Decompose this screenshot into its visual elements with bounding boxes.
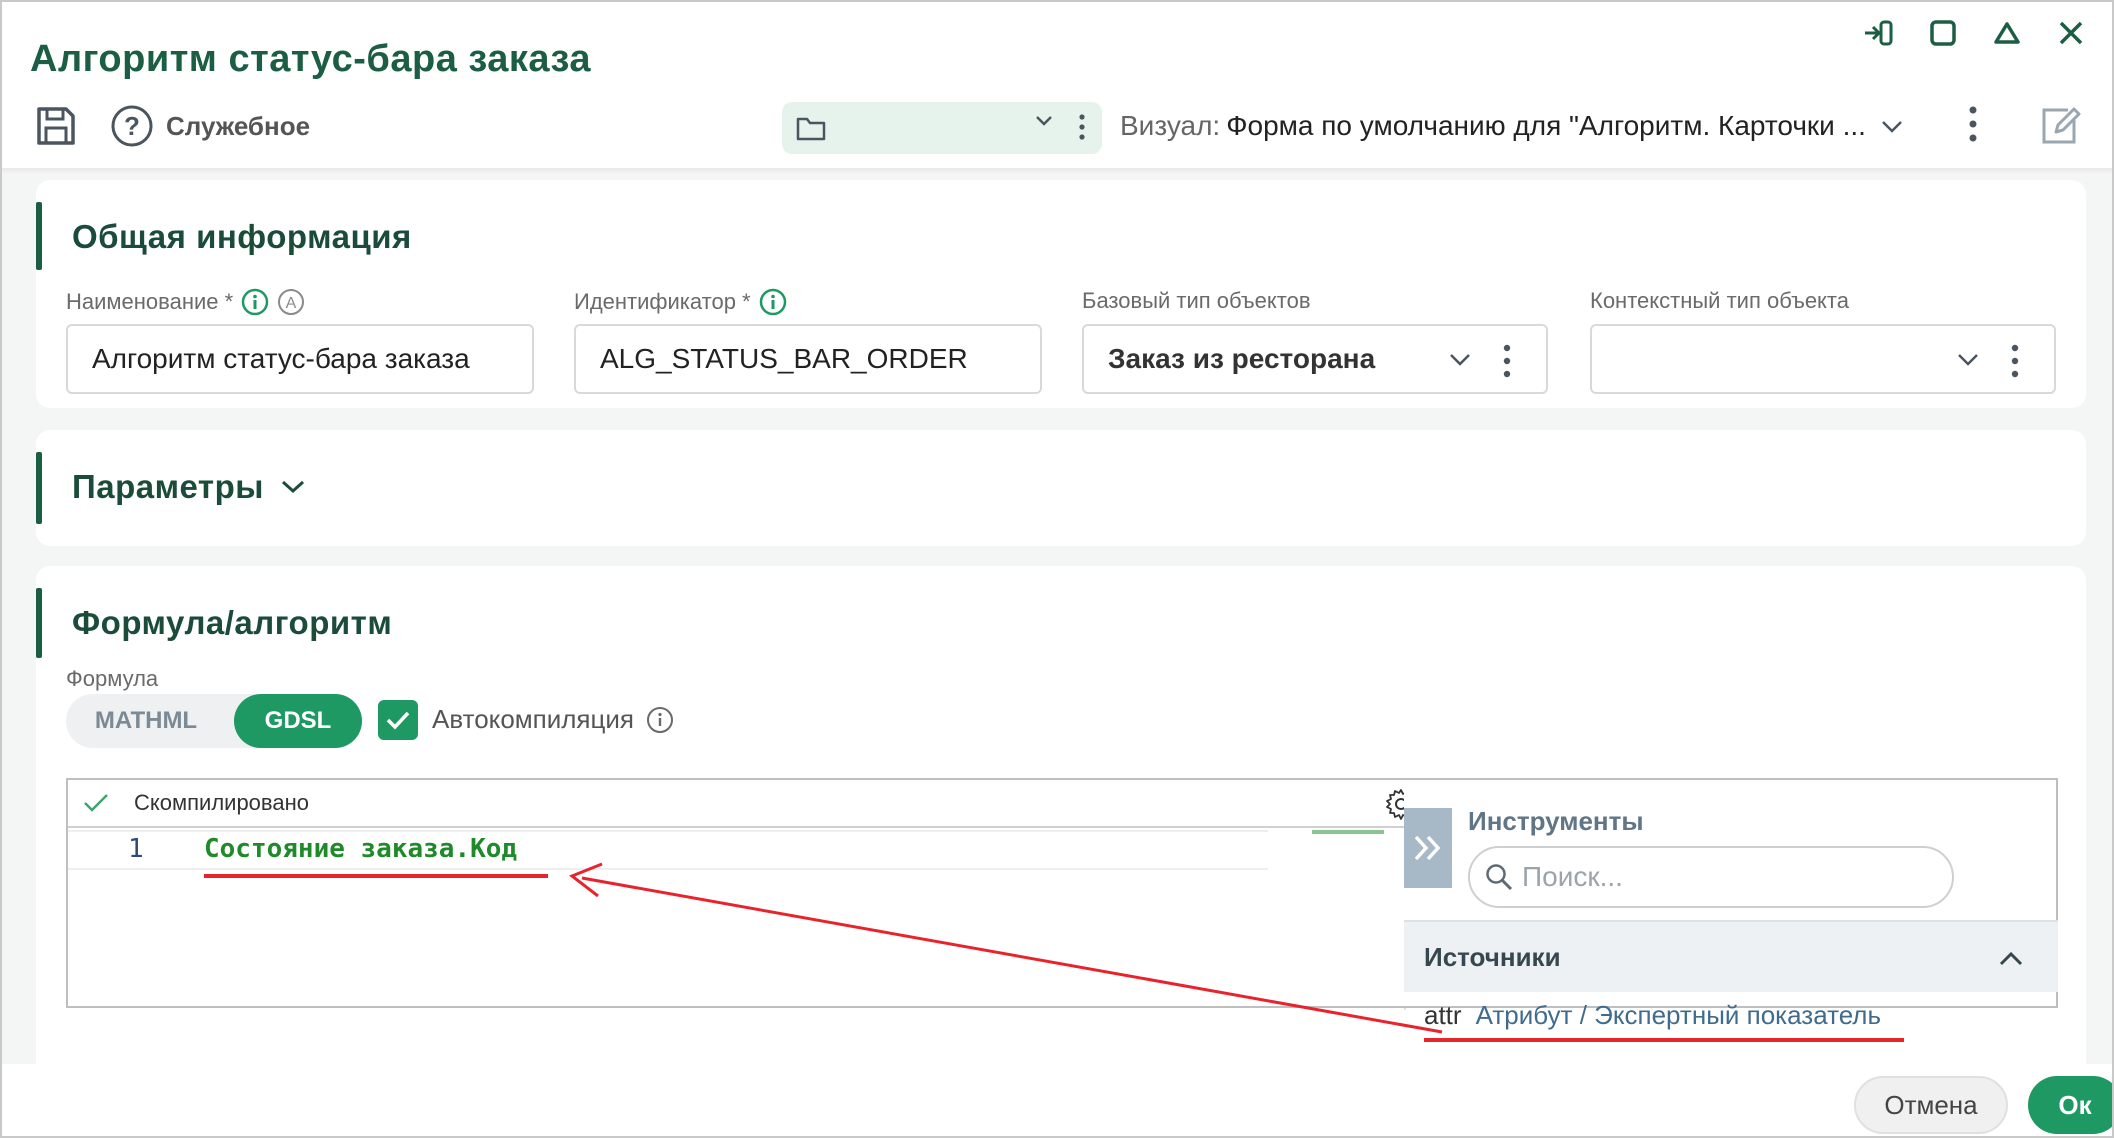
formula-mode-toggle: MATHML GDSL: [66, 694, 362, 748]
edit-form-icon[interactable]: [2038, 104, 2082, 153]
ok-button[interactable]: Ок: [2028, 1076, 2112, 1134]
question-icon: ?: [111, 105, 153, 147]
name-label: Наименование * A: [66, 288, 305, 316]
sources-header[interactable]: Источники: [1404, 920, 2058, 992]
translate-icon[interactable]: A: [277, 288, 305, 316]
section-accent-bar: [36, 588, 42, 658]
collapse-icon[interactable]: [1990, 16, 2024, 50]
autocompile-checkbox[interactable]: [378, 700, 418, 740]
mode-gdsl[interactable]: GDSL: [234, 694, 362, 748]
annotation-underline: [204, 874, 548, 878]
section-accent-bar: [36, 452, 42, 524]
context-type-label: Контекстный тип объекта: [1590, 288, 1849, 313]
compile-status: Скомпилировано: [134, 790, 309, 815]
chevron-down-icon[interactable]: [1448, 352, 1472, 368]
editor-status-bar: Скомпилировано: [68, 780, 1432, 828]
toolbar: ? Служебное: [32, 102, 310, 150]
autocompile-label: Автокомпиляция: [432, 704, 635, 734]
dialog-footer: Отмена Ок: [2, 1064, 2112, 1136]
more-vertical-icon[interactable]: [1502, 342, 1512, 380]
formula-card: Формула/алгоритм Формула MATHML GDSL Авт…: [36, 566, 2086, 1086]
tools-panel: Инструменты Поиск... Источники attr Атри…: [1404, 778, 2058, 1042]
identifier-input[interactable]: ALG_STATUS_BAR_ORDER: [574, 324, 1042, 394]
visual-value: Форма по умолчанию для "Алгоритм. Карточ…: [1226, 110, 1866, 141]
mode-mathml[interactable]: MATHML: [66, 707, 226, 735]
check-icon: [84, 794, 108, 812]
folder-select[interactable]: [782, 102, 1102, 154]
visual-label: Визуал:: [1120, 110, 1221, 141]
chevron-up-icon[interactable]: [1998, 944, 2024, 975]
context-type-select[interactable]: [1590, 324, 2056, 394]
svg-text:?: ?: [124, 111, 140, 141]
info-icon[interactable]: [241, 288, 269, 316]
check-icon: [386, 711, 410, 730]
autocompile-label-group: Автокомпиляция: [432, 704, 674, 735]
source-description: Атрибут / Экспертный показатель: [1475, 1000, 1882, 1030]
search-icon: [1486, 864, 1513, 891]
source-code: attr: [1424, 1000, 1462, 1030]
line-number: 1: [128, 834, 144, 864]
identifier-label: Идентификатор *: [574, 288, 787, 316]
maximize-icon[interactable]: [1926, 16, 1960, 50]
help-label: Служебное: [166, 110, 311, 141]
info-icon[interactable]: [646, 706, 674, 734]
pin-icon[interactable]: [1862, 16, 1896, 50]
more-vertical-icon[interactable]: [2010, 342, 2020, 380]
general-info-title: Общая информация: [72, 218, 412, 255]
chevron-down-icon[interactable]: [1880, 110, 1904, 142]
parameters-title: Параметры: [72, 468, 264, 505]
double-chevron-right-icon: [1414, 835, 1441, 861]
formula-title: Формула/алгоритм: [72, 604, 393, 641]
save-icon[interactable]: [32, 102, 80, 150]
cancel-button[interactable]: Отмена: [1854, 1076, 2008, 1134]
visual-select[interactable]: Визуал: Форма по умолчанию для "Алгоритм…: [1120, 110, 1904, 142]
more-vertical-icon[interactable]: [1078, 112, 1086, 147]
parameters-header[interactable]: Параметры: [72, 468, 306, 506]
content-area: Общая информация Наименование * A Алгори…: [2, 174, 2112, 1086]
close-icon[interactable]: [2054, 16, 2088, 50]
base-type-select[interactable]: Заказ из ресторана: [1082, 324, 1548, 394]
annotation-underline: [1424, 1038, 1904, 1042]
formula-label: Формула: [66, 666, 159, 691]
section-accent-bar: [36, 202, 42, 270]
chevron-down-icon[interactable]: [1956, 352, 1980, 368]
code-minimap[interactable]: [1312, 830, 1384, 834]
chevron-down-icon[interactable]: [1034, 114, 1054, 133]
sources-title: Источники: [1424, 941, 1561, 972]
info-icon[interactable]: [759, 288, 787, 316]
source-item[interactable]: attr Атрибут / Экспертный показатель: [1424, 1000, 1881, 1031]
folder-icon: [796, 117, 826, 141]
general-info-card: Общая информация Наименование * A Алгори…: [36, 180, 2086, 408]
help-button[interactable]: ? Служебное: [110, 104, 310, 148]
name-input[interactable]: Алгоритм статус-бара заказа: [66, 324, 534, 394]
base-type-value: Заказ из ресторана: [1108, 343, 1376, 374]
visual-more-icon[interactable]: [1968, 102, 1978, 151]
chevron-down-icon[interactable]: [280, 478, 306, 496]
svg-text:A: A: [286, 295, 297, 312]
base-type-label: Базовый тип объектов: [1082, 288, 1311, 313]
code-editor[interactable]: Скомпилировано 1 Состояние заказа.Код: [66, 778, 1434, 1010]
parameters-card[interactable]: Параметры: [36, 430, 2086, 546]
expand-panel-button[interactable]: [1404, 808, 1452, 888]
dialog-window: Алгоритм статус-бара заказа ? Служебное: [0, 0, 2114, 1138]
search-placeholder: Поиск...: [1522, 861, 1623, 892]
window-controls: [1862, 16, 2088, 50]
tools-search[interactable]: Поиск...: [1468, 846, 1954, 908]
dialog-title: Алгоритм статус-бара заказа: [30, 38, 592, 80]
tools-title: Инструменты: [1468, 806, 1644, 836]
code-line[interactable]: Состояние заказа.Код: [204, 834, 517, 864]
